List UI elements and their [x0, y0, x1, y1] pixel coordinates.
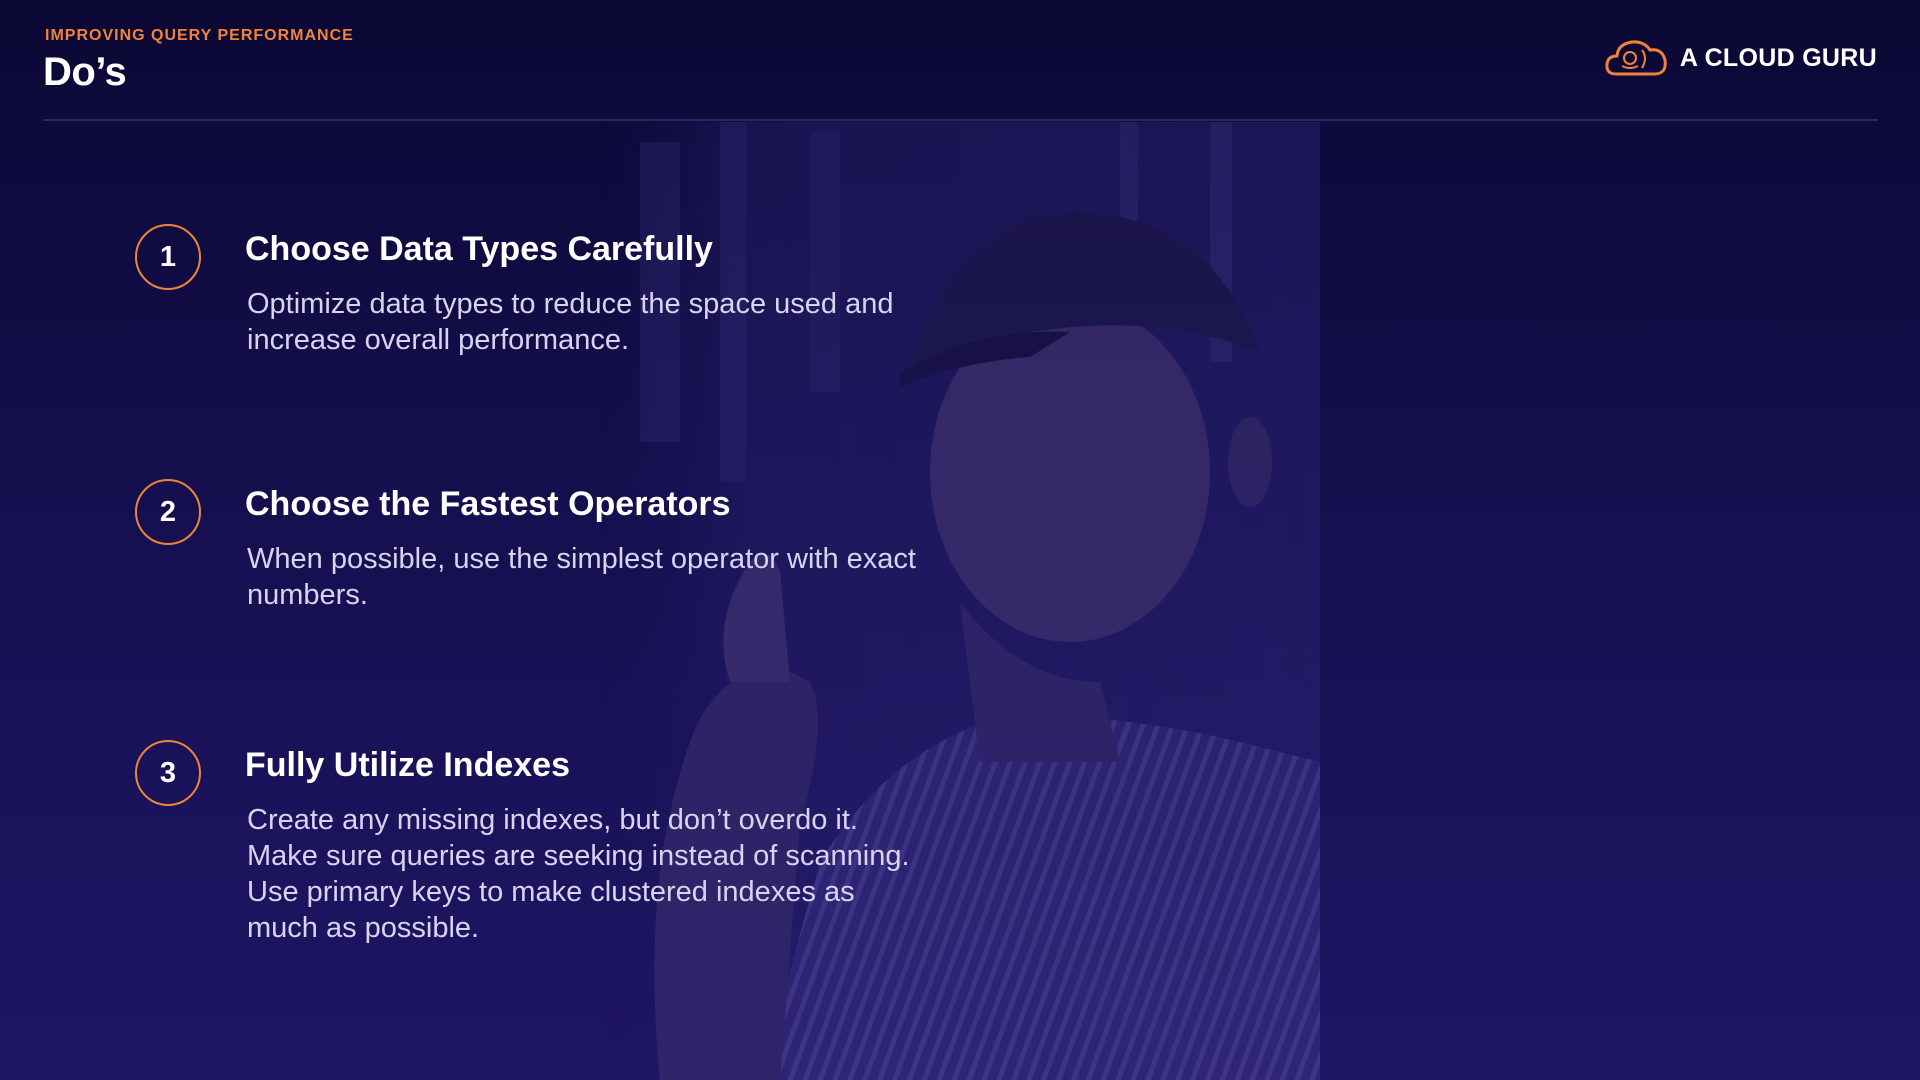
cloud-logo-icon	[1605, 40, 1667, 76]
item-description: Optimize data types to reduce the space …	[247, 288, 894, 356]
step-number-badge: 2	[135, 479, 201, 545]
step-number-badge: 3	[135, 740, 201, 806]
item-title: Fully Utilize Indexes	[245, 746, 570, 784]
page-title: Do’s	[43, 50, 127, 94]
brand-name: A CLOUD GURU	[1679, 43, 1877, 72]
brand-logo: A CLOUD GURU	[1604, 36, 1877, 80]
item-title: Choose the Fastest Operators	[245, 485, 731, 523]
header-divider	[43, 119, 1878, 121]
section-eyebrow: IMPROVING QUERY PERFORMANCE	[45, 27, 354, 44]
item-description: Create any missing indexes, but don’t ov…	[247, 804, 910, 944]
item-title: Choose Data Types Carefully	[245, 230, 713, 268]
step-number-badge: 1	[135, 224, 201, 290]
item-description: When possible, use the simplest operator…	[247, 543, 916, 611]
